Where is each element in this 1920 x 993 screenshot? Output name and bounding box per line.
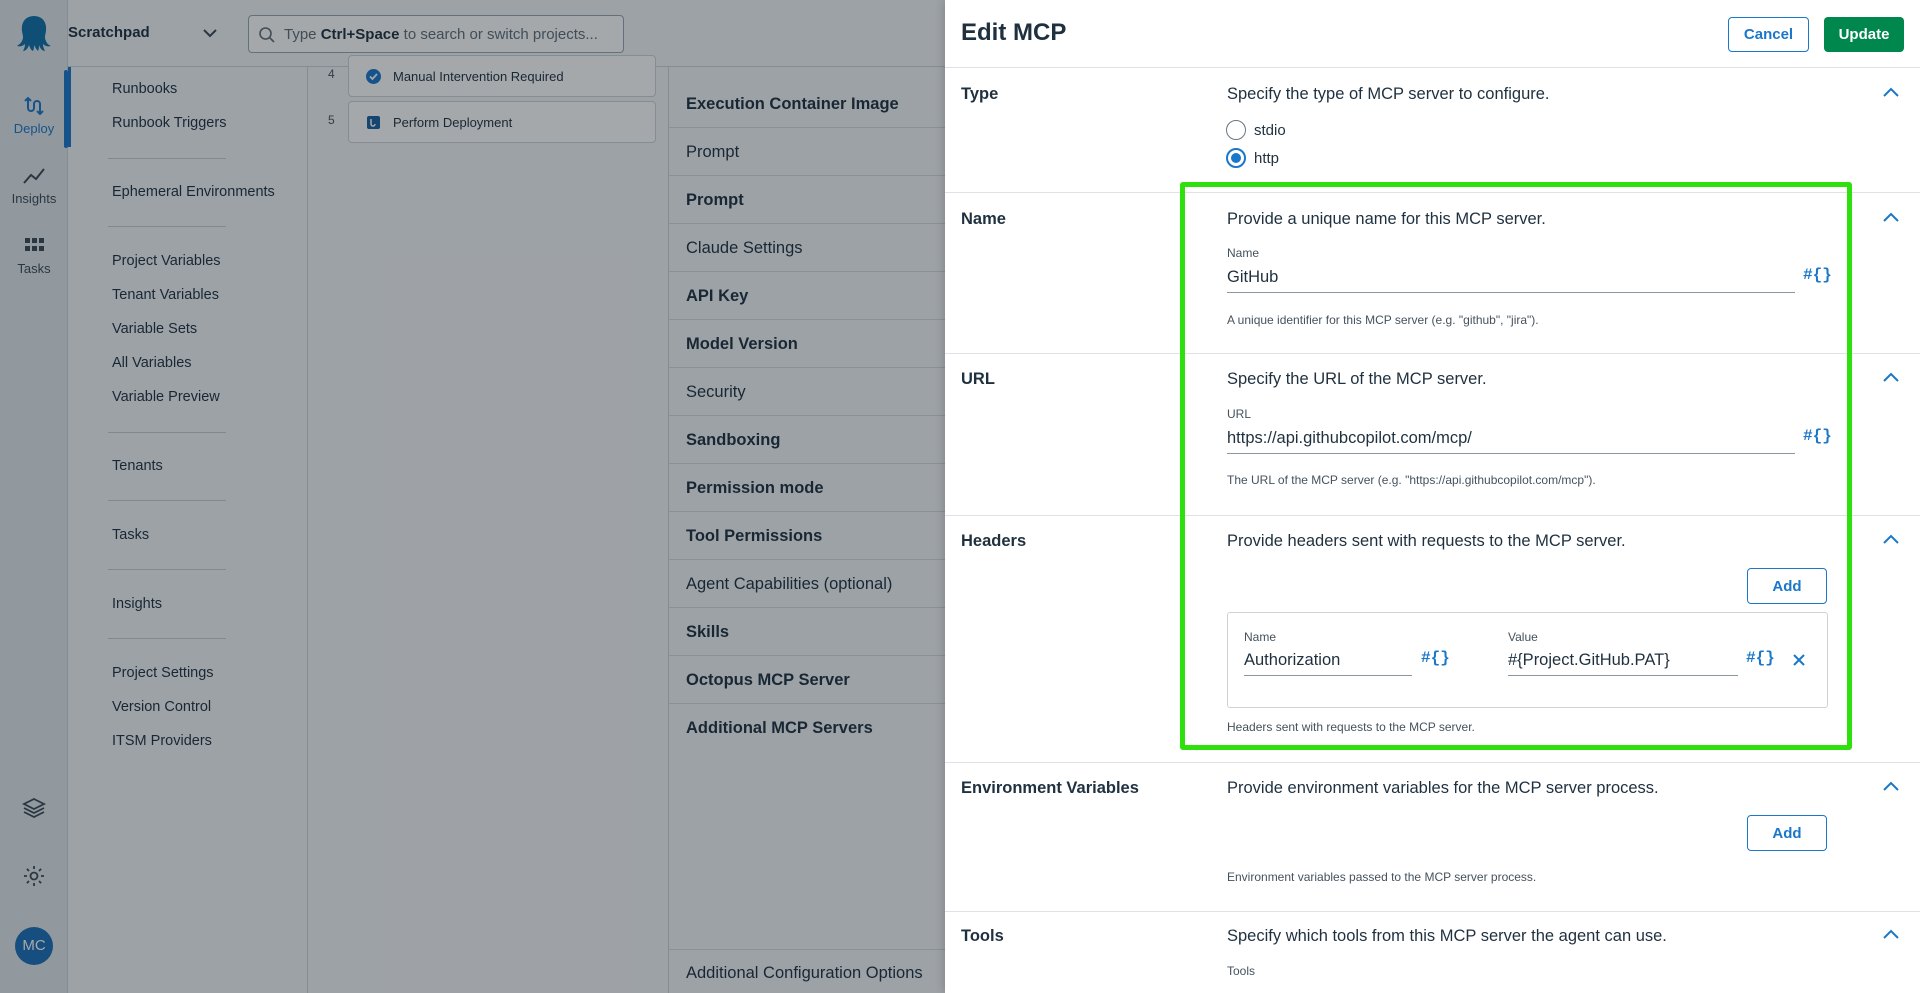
section-description: Specify the type of MCP server to config… (1227, 85, 1550, 103)
section-description: Specify which tools from this MCP server… (1227, 927, 1667, 945)
type-section: Type Specify the type of MCP server to c… (945, 68, 1920, 193)
drawer-header: Edit MCP Cancel Update (945, 0, 1920, 68)
input-underline (1508, 675, 1738, 676)
chevron-up-icon[interactable] (1881, 85, 1901, 99)
radio-label: http (1254, 150, 1280, 167)
help-text: Environment variables passed to the MCP … (1227, 870, 1537, 884)
section-title: Tools (961, 927, 1004, 945)
url-section: URL Specify the URL of the MCP server. U… (945, 354, 1920, 516)
edit-mcp-drawer: Edit MCP Cancel Update Type Specify the … (945, 0, 1920, 993)
section-description: Provide a unique name for this MCP serve… (1227, 210, 1546, 228)
add-env-variable-button[interactable]: Add (1747, 815, 1827, 851)
modal-backdrop[interactable] (0, 0, 945, 993)
field-label: Name (1244, 630, 1277, 644)
section-title: Name (961, 210, 1006, 228)
section-title: Type (961, 85, 999, 103)
input-underline (1244, 675, 1412, 676)
help-text: A unique identifier for this MCP server … (1227, 313, 1539, 327)
help-text: Headers sent with requests to the MCP se… (1227, 720, 1475, 734)
section-description: Provide environment variables for the MC… (1227, 779, 1659, 797)
radio-stdio[interactable] (1226, 120, 1246, 140)
section-title: Headers (961, 532, 1027, 550)
header-value-field[interactable]: #{Project.GitHub.PAT} (1508, 651, 1670, 670)
section-description: Provide headers sent with requests to th… (1227, 532, 1626, 550)
header-name-field[interactable]: Authorization (1244, 651, 1340, 670)
name-field[interactable]: GitHub (1227, 268, 1278, 287)
chevron-up-icon[interactable] (1881, 927, 1901, 941)
page-title: Edit MCP (961, 19, 1067, 46)
cancel-button[interactable]: Cancel (1728, 17, 1809, 52)
chevron-up-icon[interactable] (1881, 370, 1901, 384)
input-underline (1227, 292, 1795, 293)
url-field[interactable]: https://api.githubcopilot.com/mcp/ (1227, 429, 1472, 448)
tools-section: Tools Specify which tools from this MCP … (945, 912, 1920, 993)
section-description: Specify the URL of the MCP server. (1227, 370, 1487, 388)
name-section: Name Provide a unique name for this MCP … (945, 193, 1920, 354)
header-row: Name Authorization #{} Value #{Project.G… (1227, 612, 1828, 708)
help-text: The URL of the MCP server (e.g. "https:/… (1227, 473, 1596, 487)
field-label: Tools (1227, 964, 1256, 978)
variable-picker-button[interactable]: #{} (1421, 649, 1450, 667)
section-title: URL (961, 370, 995, 388)
close-icon[interactable] (1792, 653, 1806, 667)
environment-variables-section: Environment Variables Provide environmen… (945, 763, 1920, 912)
headers-section: Headers Provide headers sent with reques… (945, 516, 1920, 763)
field-label: Name (1227, 246, 1260, 260)
variable-picker-button[interactable]: #{} (1803, 427, 1832, 445)
input-underline (1227, 453, 1795, 454)
update-button[interactable]: Update (1824, 17, 1904, 52)
chevron-up-icon[interactable] (1881, 779, 1901, 793)
radio-label: stdio (1254, 122, 1286, 139)
field-label: Value (1508, 630, 1538, 644)
field-label: URL (1227, 407, 1252, 421)
section-title: Environment Variables (961, 779, 1139, 797)
variable-picker-button[interactable]: #{} (1746, 649, 1775, 667)
radio-http[interactable] (1226, 148, 1246, 168)
chevron-up-icon[interactable] (1881, 210, 1901, 224)
variable-picker-button[interactable]: #{} (1803, 266, 1832, 284)
chevron-up-icon[interactable] (1881, 532, 1901, 546)
add-header-button[interactable]: Add (1747, 568, 1827, 604)
